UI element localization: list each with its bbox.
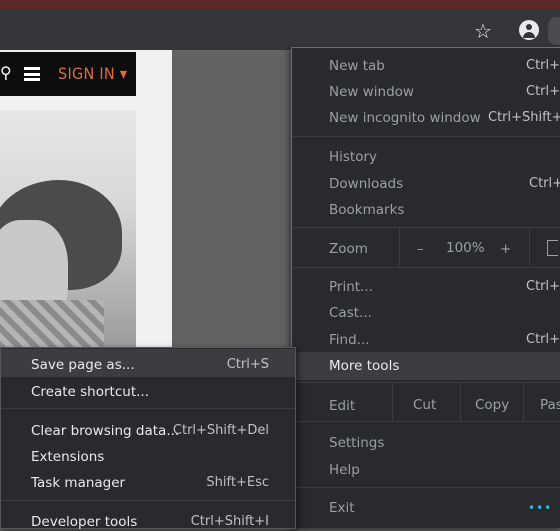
search-icon[interactable]: ⚲ — [0, 62, 12, 84]
menu-copy-button[interactable]: Copy — [475, 396, 509, 414]
menu-help[interactable]: Help — [329, 461, 360, 479]
menu-cast[interactable]: Cast... — [329, 304, 372, 322]
menu-history[interactable]: History — [329, 148, 377, 166]
zoom-out-button[interactable]: – — [417, 240, 424, 258]
menu-downloads-shortcut: Ctrl+J — [529, 176, 560, 191]
menu-new-tab[interactable]: New tab — [329, 57, 385, 75]
hero-photo — [0, 110, 136, 350]
page-overlay — [172, 50, 292, 350]
menu-exit[interactable]: Exit — [329, 499, 355, 517]
menu-settings[interactable]: Settings — [329, 434, 384, 452]
menu-new-tab-shortcut: Ctrl+T — [526, 58, 560, 73]
submenu-dev-tools-shortcut: Ctrl+Shift+I — [190, 514, 269, 529]
fullscreen-icon — [547, 240, 558, 256]
zoom-level: 100% — [446, 240, 485, 256]
menu-bookmarks[interactable]: Bookmarks — [329, 201, 404, 219]
submenu-clear-data-shortcut: Ctrl+Shift+Del — [172, 423, 269, 438]
submenu-create-shortcut[interactable]: Create shortcut... — [31, 383, 149, 401]
sign-in-link[interactable]: SIGN IN ▾ — [58, 62, 127, 86]
zoom-in-button[interactable]: + — [500, 240, 511, 258]
menu-new-incognito-shortcut: Ctrl+Shift+N — [488, 110, 560, 125]
menu-separator — [292, 421, 560, 422]
menu-paste-button[interactable]: Pas — [540, 396, 560, 414]
window-top-strip — [0, 0, 560, 10]
submenu-dev-tools[interactable]: Developer tools — [31, 513, 137, 531]
menu-find[interactable]: Find... — [329, 331, 370, 349]
menu-separator — [292, 267, 560, 268]
menu-downloads[interactable]: Downloads — [329, 175, 403, 193]
status-dots: ••• — [528, 501, 553, 515]
submenu-separator — [1, 408, 295, 409]
menu-zoom-label: Zoom — [329, 241, 368, 257]
menu-edit-label: Edit — [329, 398, 356, 414]
menu-new-window-shortcut: Ctrl+N — [526, 84, 560, 99]
submenu-extensions[interactable]: Extensions — [31, 448, 104, 466]
submenu-task-manager[interactable]: Task manager — [31, 474, 125, 492]
hamburger-menu-icon[interactable] — [24, 67, 40, 81]
submenu-task-manager-shortcut: Shift+Esc — [206, 475, 269, 490]
menu-separator — [292, 136, 560, 137]
menu-kebab-button[interactable] — [548, 17, 560, 45]
submenu-save-page-shortcut: Ctrl+S — [226, 357, 269, 372]
more-tools-submenu: Save page as... Ctrl+S Create shortcut..… — [0, 347, 296, 531]
account-icon[interactable] — [519, 20, 539, 40]
menu-separator — [292, 487, 560, 488]
menu-print-shortcut: Ctrl+P — [526, 279, 560, 294]
submenu-save-page[interactable]: Save page as... — [31, 356, 135, 374]
submenu-clear-data[interactable]: Clear browsing data... — [31, 422, 179, 440]
menu-more-tools[interactable]: More tools — [329, 357, 399, 375]
menu-print[interactable]: Print... — [329, 278, 373, 296]
menu-new-incognito[interactable]: New incognito window — [329, 109, 481, 127]
chrome-main-menu: New tab Ctrl+T New window Ctrl+N New inc… — [291, 47, 560, 528]
submenu-separator — [1, 500, 295, 501]
bookmark-star-icon[interactable]: ☆ — [472, 20, 494, 42]
menu-new-window[interactable]: New window — [329, 83, 414, 101]
menu-find-shortcut: Ctrl+F — [526, 332, 560, 347]
menu-cut-button[interactable]: Cut — [413, 396, 436, 414]
photo-collar — [0, 300, 104, 350]
